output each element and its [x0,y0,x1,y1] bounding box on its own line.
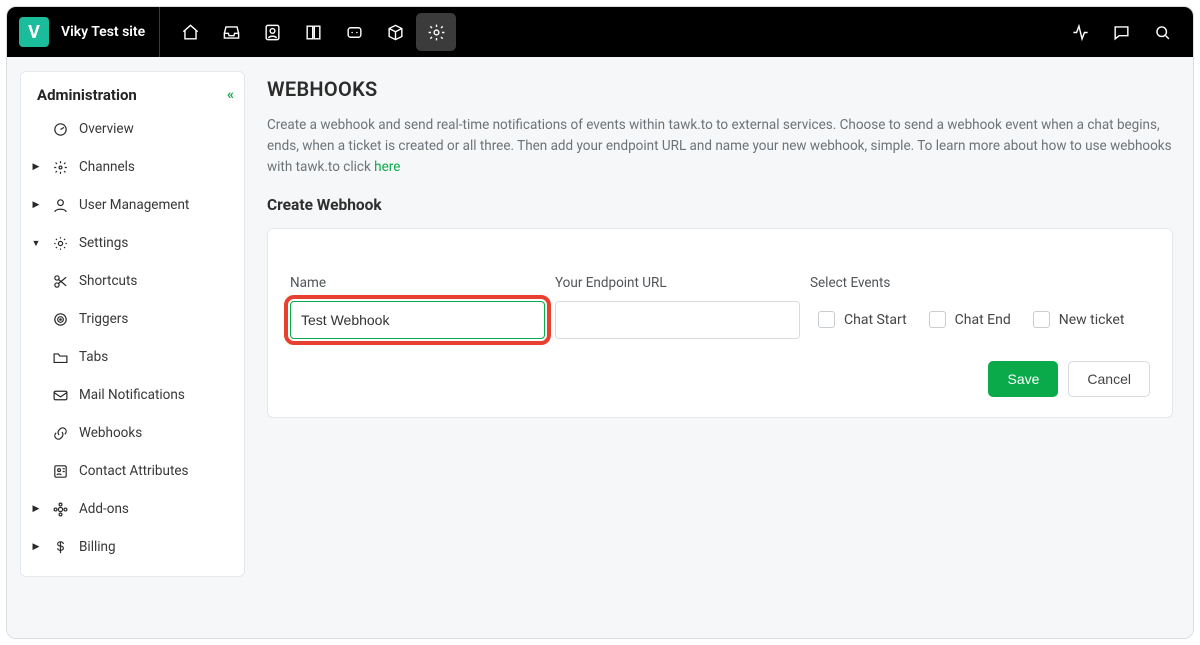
sidebar-item-channels[interactable]: ▶ Channels [21,148,244,186]
contact-attributes-icon [51,462,69,480]
event-chat-start-checkbox[interactable]: Chat Start [818,311,907,328]
sidebar-item-label: Settings [79,235,128,251]
inbox-icon[interactable] [211,13,251,51]
top-nav-right [1060,13,1193,51]
learn-more-link[interactable]: here [374,159,400,175]
sidebar-item-addons[interactable]: ▶ Add-ons [21,490,244,528]
sidebar-item-label: Channels [79,159,135,175]
sidebar-item-settings[interactable]: ▼ Settings [21,224,244,262]
endpoint-url-label: Your Endpoint URL [555,275,800,291]
channels-icon [51,158,69,176]
chevron-right-icon: ▶ [31,200,41,210]
folder-icon [51,348,69,366]
section-title: Create Webhook [267,196,1173,214]
brand-area[interactable]: V Viky Test site [7,7,160,57]
gear-icon [51,234,69,252]
name-label: Name [290,275,545,291]
chevron-down-icon: ▼ [31,238,41,249]
home-icon[interactable] [170,13,210,51]
page-title: WEBHOOKS [267,77,1173,101]
sidebar-item-label: Webhooks [79,425,142,441]
knowledge-base-icon[interactable] [293,13,333,51]
checkbox-icon [1033,311,1050,328]
checkbox-label: New ticket [1059,312,1125,328]
checkbox-icon [929,311,946,328]
scissors-icon [51,272,69,290]
sidebar-item-tabs[interactable]: Tabs [21,338,244,376]
sidebar-item-mail-notifications[interactable]: Mail Notifications [21,376,244,414]
event-chat-end-checkbox[interactable]: Chat End [929,311,1011,328]
sidebar-item-label: Contact Attributes [79,463,188,479]
chevron-right-icon: ▶ [31,162,41,172]
sidebar-item-triggers[interactable]: Triggers [21,300,244,338]
link-icon [51,424,69,442]
chatbot-icon[interactable] [334,13,374,51]
sidebar: Administration « Overview ▶ [20,71,245,577]
top-nav-left [160,7,457,57]
sidebar-item-user-management[interactable]: ▶ User Management [21,186,244,224]
dollar-icon [51,538,69,556]
checkbox-icon [818,311,835,328]
settings-icon[interactable] [416,13,456,51]
chevron-right-icon: ▶ [31,542,41,552]
sidebar-item-label: Overview [79,121,134,137]
chat-icon[interactable] [1102,13,1142,51]
target-icon [51,310,69,328]
chevron-right-icon: ▶ [31,504,41,514]
brand-logo: V [19,17,49,47]
sidebar-item-label: Add-ons [79,501,129,517]
brand-site-name: Viky Test site [61,24,145,40]
event-new-ticket-checkbox[interactable]: New ticket [1033,311,1125,328]
topbar: V Viky Test site [7,7,1193,57]
create-webhook-card: Name Your Endpoint URL Select Events [267,228,1173,418]
search-icon[interactable] [1143,13,1183,51]
name-input[interactable] [290,301,545,339]
sidebar-item-label: User Management [79,197,189,213]
sidebar-title: Administration [37,86,137,104]
contacts-icon[interactable] [252,13,292,51]
user-icon [51,196,69,214]
save-button[interactable]: Save [988,361,1058,397]
sidebar-item-billing[interactable]: ▶ Billing [21,528,244,566]
activity-icon[interactable] [1061,13,1101,51]
main-content: WEBHOOKS Create a webhook and send real-… [245,71,1193,638]
page-description: Create a webhook and send real-time noti… [267,115,1173,178]
page-description-text: Create a webhook and send real-time noti… [267,117,1172,175]
endpoint-url-input[interactable] [555,301,800,339]
overview-icon [51,120,69,138]
sidebar-item-contact-attributes[interactable]: Contact Attributes [21,452,244,490]
sidebar-item-label: Tabs [79,349,108,365]
checkbox-label: Chat Start [844,312,907,328]
sidebar-item-label: Shortcuts [79,273,137,289]
sidebar-item-shortcuts[interactable]: Shortcuts [21,262,244,300]
sidebar-item-label: Mail Notifications [79,387,185,403]
select-events-label: Select Events [810,275,1150,291]
package-icon[interactable] [375,13,415,51]
sidebar-item-overview[interactable]: Overview [21,110,244,148]
sidebar-item-webhooks[interactable]: Webhooks [21,414,244,452]
mail-icon [51,386,69,404]
sidebar-item-label: Triggers [79,311,128,327]
addons-icon [51,500,69,518]
collapse-sidebar-icon[interactable]: « [227,87,230,103]
checkbox-label: Chat End [955,312,1011,328]
cancel-button[interactable]: Cancel [1068,361,1150,397]
sidebar-item-label: Billing [79,539,116,555]
